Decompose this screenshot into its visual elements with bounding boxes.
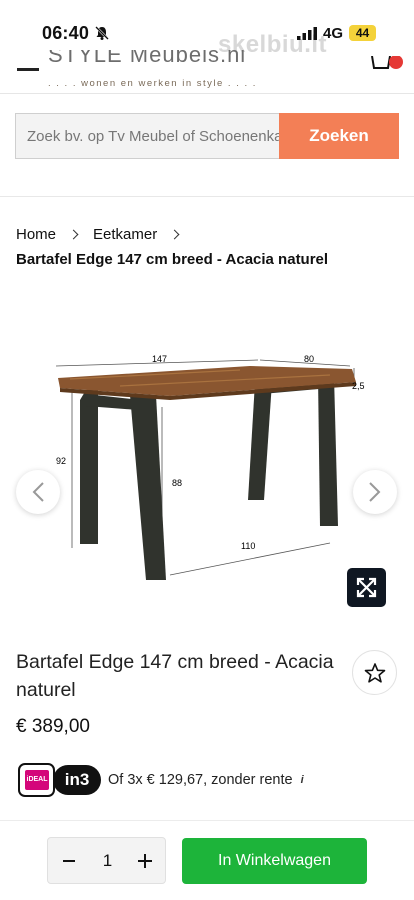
dim-leg-spacing: 110 [241, 541, 255, 551]
status-bar: 06:40 skelbiu.lt 4G 44 [0, 0, 414, 58]
increase-quantity-button[interactable] [138, 851, 152, 871]
dim-width: 147 [152, 354, 167, 364]
breadcrumb-home[interactable]: Home [16, 226, 56, 243]
search-button[interactable]: Zoeken [279, 113, 399, 159]
chevron-left-icon [32, 482, 44, 502]
battery-icon: 44 [349, 25, 376, 41]
dim-leg-height: 88 [172, 478, 182, 488]
chevron-right-icon [369, 482, 381, 502]
logo-tagline: . . . . wonen en werken in style . . . . [48, 78, 257, 89]
breadcrumb-eetkamer[interactable]: Eetkamer [93, 226, 157, 243]
product-image-gallery: 147 80 2,5 92 88 110 [0, 300, 414, 620]
chevron-right-icon [68, 229, 79, 239]
menu-icon[interactable] [17, 68, 39, 71]
fullscreen-button[interactable] [347, 568, 386, 607]
search-bar: Zoeken [15, 113, 399, 159]
payment-options: iDEAL in3 Of 3x € 129,67, zonder rente i [18, 763, 304, 797]
ideal-logo: iDEAL [18, 763, 55, 797]
logo-name: STYLE Meubels.nl [48, 50, 247, 67]
favorite-button[interactable] [352, 650, 397, 695]
bell-muted-icon [95, 26, 109, 40]
dim-depth: 80 [304, 354, 314, 364]
chevron-right-icon [169, 229, 180, 239]
site-logo[interactable]: STYLE Meubels.nl . . . . wonen en werken… [48, 50, 300, 89]
expand-icon [356, 577, 377, 598]
breadcrumb: Home Eetkamer [16, 224, 194, 244]
add-to-cart-bar: 1 In Winkelwagen [0, 820, 414, 900]
breadcrumb-current: Bartafel Edge 147 cm breed - Acacia natu… [16, 251, 329, 268]
cart-icon[interactable] [370, 56, 404, 76]
dim-height: 92 [56, 456, 66, 466]
add-to-cart-button[interactable]: In Winkelwagen [182, 838, 367, 884]
search-input[interactable] [15, 113, 279, 159]
installment-text: Of 3x € 129,67, zonder rente [108, 772, 293, 788]
clock: 06:40 [42, 23, 90, 43]
next-image-button[interactable] [353, 470, 397, 514]
site-header: STYLE Meubels.nl . . . . wonen en werken… [0, 50, 414, 94]
info-icon[interactable]: i [301, 774, 304, 786]
previous-image-button[interactable] [16, 470, 60, 514]
dim-thickness: 2,5 [352, 381, 365, 391]
signal-icon [297, 27, 317, 40]
star-icon [364, 663, 386, 683]
divider [0, 196, 414, 197]
ideal-label: iDEAL [25, 770, 49, 790]
in3-logo: in3 [53, 765, 101, 795]
quantity-stepper: 1 [47, 837, 166, 884]
network-label: 4G [323, 25, 344, 42]
product-price: € 389,00 [16, 716, 90, 737]
product-title: Bartafel Edge 147 cm breed - Acacia natu… [16, 651, 334, 701]
